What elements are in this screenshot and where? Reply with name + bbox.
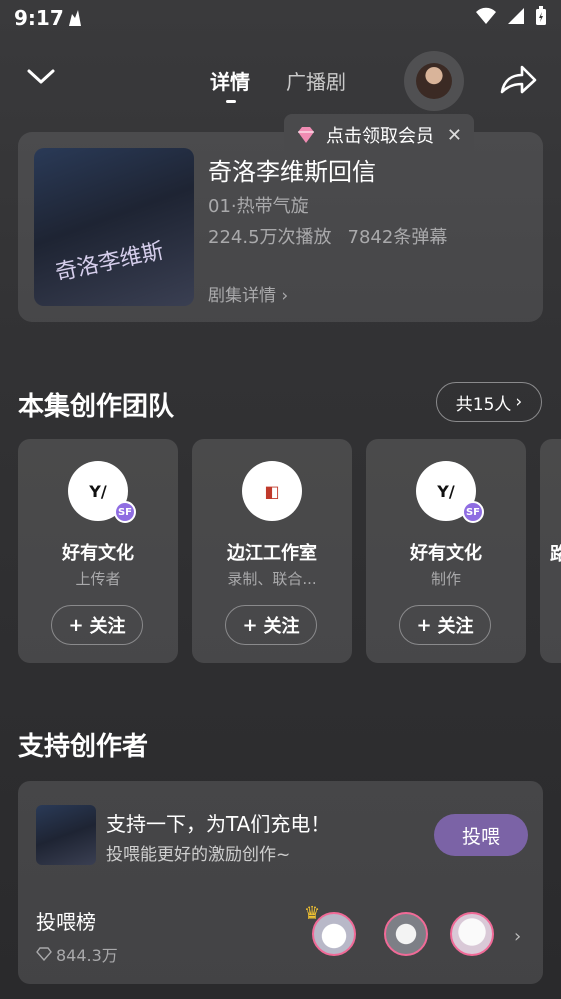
top-fan-avatar[interactable]	[450, 912, 494, 956]
plus-icon: +	[68, 614, 84, 636]
feed-total-value: 844.3万	[56, 946, 118, 965]
user-avatar-button[interactable]	[404, 51, 464, 111]
avatar	[416, 63, 452, 99]
feed-rank-total: 844.3万	[36, 942, 118, 966]
status-icons	[475, 6, 547, 26]
follow-label: 关注	[437, 616, 474, 637]
episode-detail-link[interactable]: 剧集详情 ›	[208, 281, 288, 306]
danmaku-count: 7842条弹幕	[347, 227, 448, 248]
diamond-icon	[298, 127, 314, 143]
show-title: 奇洛李维斯回信	[208, 158, 376, 186]
close-icon[interactable]: ✕	[447, 125, 462, 146]
support-section-title: 支持创作者	[18, 732, 149, 762]
status-time: 9:17	[14, 6, 64, 30]
follow-button[interactable]: + 关注	[399, 605, 491, 645]
support-subtext: 投喂能更好的激励创作~	[106, 845, 291, 865]
signal-icon	[508, 8, 524, 24]
team-member-card[interactable]: ◧ 边江工作室 录制、联合... + 关注	[192, 439, 352, 663]
battery-icon	[536, 6, 546, 25]
plus-icon: +	[416, 614, 432, 636]
team-member-card[interactable]: Y/ SF 好有文化 上传者 + 关注	[18, 439, 178, 663]
chevron-right-icon: ›	[281, 286, 289, 306]
member-name: 边江工作室	[227, 543, 317, 564]
member-name: 好有文化	[410, 543, 482, 564]
play-count: 224.5万次播放	[208, 227, 332, 248]
app-notification-icon	[66, 8, 84, 33]
follow-button[interactable]: + 关注	[51, 605, 143, 645]
follow-label: 关注	[89, 616, 126, 637]
header-tabs: 详情 广播剧	[210, 66, 346, 103]
sf-badge-icon: SF	[114, 501, 136, 523]
feed-rank-title[interactable]: 投喂榜	[36, 906, 96, 935]
tab-radio-drama[interactable]: 广播剧	[286, 66, 346, 95]
episode-stats: 224.5万次播放 7842条弹幕	[208, 223, 447, 249]
chevron-right-icon: ›	[515, 392, 523, 412]
plus-icon: +	[242, 614, 258, 636]
episode-cover-image[interactable]: 奇洛李维斯	[34, 148, 194, 306]
team-member-card[interactable]: Y/ SF 好有文化 制作 + 关注	[366, 439, 526, 663]
tab-details[interactable]: 详情	[210, 66, 250, 103]
team-count-button[interactable]: 共15人 ›	[436, 382, 542, 422]
back-chevron-icon[interactable]	[26, 62, 56, 92]
member-role: 上传者	[75, 570, 121, 588]
share-icon[interactable]	[498, 62, 538, 98]
member-name-partial: 路	[550, 544, 561, 565]
diamond-icon	[36, 947, 52, 961]
team-section-title: 本集创作团队	[18, 392, 175, 422]
episode-detail-label: 剧集详情	[208, 286, 276, 306]
top-fan-avatar[interactable]	[312, 912, 356, 956]
member-logo: ◧	[242, 461, 302, 521]
member-role: 录制、联合...	[227, 570, 317, 588]
cover-art-title: 奇洛李维斯	[53, 238, 166, 287]
member-role: 制作	[430, 570, 461, 588]
sf-badge-icon: SF	[462, 501, 484, 523]
team-count-label: 共15人	[455, 394, 512, 415]
wifi-icon	[476, 7, 496, 24]
support-cover-image	[36, 805, 96, 865]
top-fan-avatar[interactable]	[384, 912, 428, 956]
follow-button[interactable]: + 关注	[225, 605, 317, 645]
follow-label: 关注	[263, 616, 300, 637]
member-name: 好有文化	[62, 543, 134, 564]
chevron-right-icon[interactable]: ›	[514, 926, 521, 947]
support-message: 支持一下，为TA们充电！	[106, 812, 331, 836]
episode-name: 01·热带气旋	[208, 196, 309, 217]
vip-tooltip[interactable]: 点击领取会员 ✕	[284, 114, 474, 156]
feed-button[interactable]: 投喂	[434, 814, 528, 856]
tooltip-text: 点击领取会员	[326, 126, 434, 147]
